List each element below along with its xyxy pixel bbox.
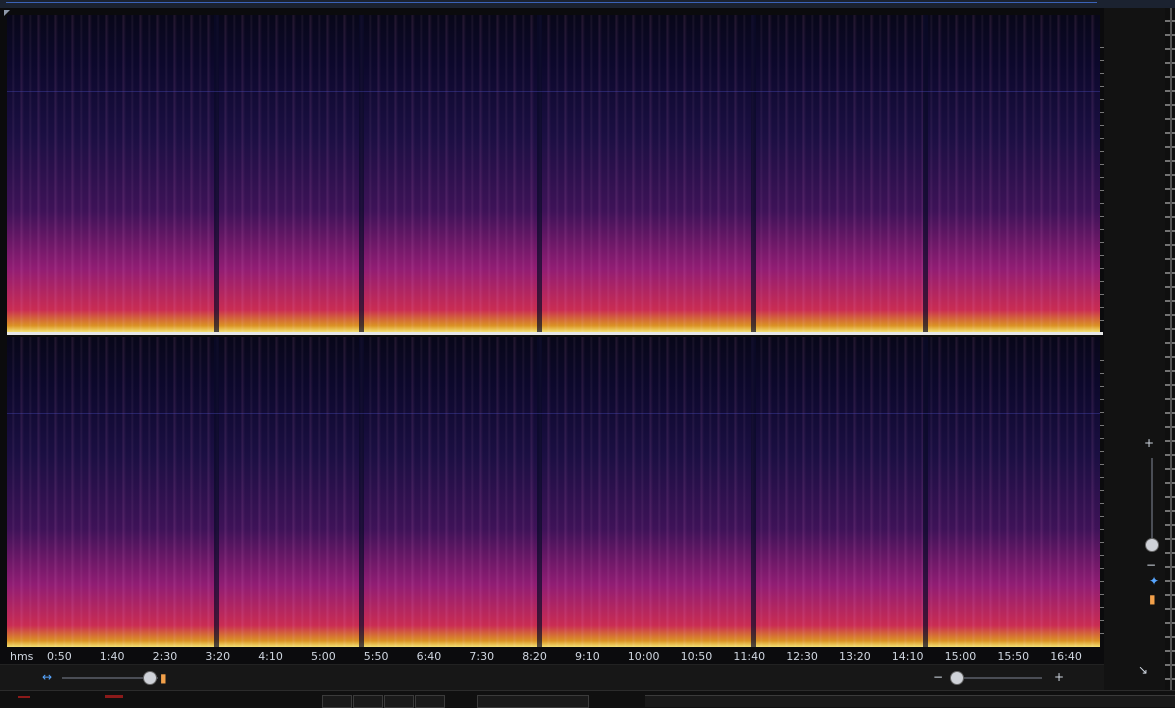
color-palette-icon[interactable]: ▮ [1149,592,1156,606]
time-tick: 16:40 [1050,650,1082,663]
spectrogram-channel-bottom[interactable] [7,337,1100,647]
time-tick: 0:50 [47,650,72,663]
zoom-in-icon[interactable]: + [1144,436,1154,450]
time-tick: 2:30 [152,650,178,663]
bottom-controls: ↔ ▮ − + [0,664,1104,691]
status-box-2[interactable] [353,695,383,708]
status-right-bar [645,695,1175,707]
time-tick: 15:00 [944,650,977,663]
status-box-3[interactable] [384,695,414,708]
zoom-out-icon[interactable]: − [933,670,943,684]
time-tick: 10:00 [627,650,660,663]
spectrogram-channel-top[interactable] [7,15,1100,332]
spectrogram-zoom-slider[interactable] [1151,458,1153,546]
time-tick: 15:50 [997,650,1030,663]
status-bar [0,690,1175,708]
time-tick: 7:30 [469,650,495,663]
time-tick: 5:50 [363,650,389,663]
color-palette-icon[interactable]: ▮ [160,671,167,685]
spectrogram-zoom-knob[interactable] [1145,538,1159,552]
time-unit-label: hms [10,650,34,663]
time-tick: 4:10 [258,650,283,663]
time-tick: 3:20 [205,650,231,663]
zoom-in-icon[interactable]: + [1054,670,1064,684]
time-axis: hms 0:50 1:40 2:30 3:20 4:10 5:00 5:50 6:40 7:30… [7,650,1100,664]
time-tick: 8:20 [522,650,547,663]
time-tick: 5:00 [311,650,336,663]
time-tick: 9:10 [575,650,600,663]
time-tick: 1:40 [99,650,125,663]
vertical-zoom-knob[interactable] [950,671,964,685]
status-box-5[interactable] [477,695,589,708]
time-tick: 10:50 [680,650,713,663]
time-tick: 14:10 [891,650,924,663]
channel-divider [7,332,1103,335]
horizontal-zoom-knob[interactable] [143,671,157,685]
resize-corner-icon[interactable]: ↘ [1138,663,1148,677]
horizontal-zoom-icon[interactable]: ↔ [42,670,52,684]
color-palette-icon[interactable]: ✦ [1149,574,1159,588]
status-mark-2 [105,695,123,698]
vertical-zoom-slider[interactable] [952,677,1042,679]
status-mark [18,696,30,698]
time-tick: 12:30 [786,650,818,663]
status-box-1[interactable] [322,695,352,708]
selection-line [6,2,1097,3]
time-tick: 13:20 [839,650,871,663]
right-ruler-rail [1170,8,1172,690]
time-tick: 6:40 [416,650,442,663]
zoom-out-icon[interactable]: − [1146,558,1156,572]
time-tick: 11:40 [733,650,766,663]
status-box-4[interactable] [415,695,445,708]
